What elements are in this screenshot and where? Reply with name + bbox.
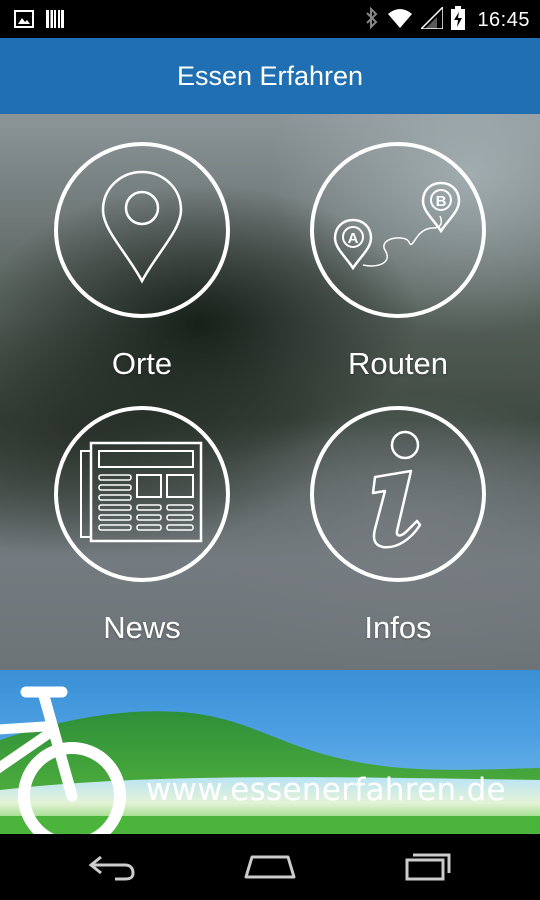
tile-ring xyxy=(54,406,230,582)
newspaper-icon xyxy=(77,437,207,552)
signal-icon xyxy=(419,5,445,34)
website-banner[interactable]: www.essenerfahren.de xyxy=(0,670,540,834)
svg-text:A: A xyxy=(348,230,359,247)
status-bar: 16:45 xyxy=(0,0,540,38)
home-icon xyxy=(242,851,298,886)
menu-tile-routen[interactable]: A B Routen xyxy=(278,142,518,382)
back-icon xyxy=(87,851,137,886)
app-bar: Essen Erfahren xyxy=(0,38,540,114)
battery-charging-icon xyxy=(451,6,466,35)
menu-tile-orte[interactable]: Orte xyxy=(22,142,262,382)
svg-text:B: B xyxy=(436,193,447,210)
tile-ring xyxy=(310,406,486,582)
tile-label-routen: Routen xyxy=(348,346,448,381)
wifi-icon xyxy=(387,7,413,34)
barcode-notification-icon xyxy=(46,9,64,34)
main-menu: Orte A B Routen News Infos xyxy=(0,114,540,670)
bicycle-icon xyxy=(0,670,140,834)
app-title: Essen Erfahren xyxy=(176,60,364,91)
recents-button[interactable] xyxy=(388,848,468,888)
tile-label-orte: Orte xyxy=(111,346,173,381)
bluetooth-icon xyxy=(365,6,379,35)
map-pin-icon xyxy=(97,168,187,293)
menu-tile-infos[interactable]: Infos xyxy=(278,406,518,646)
info-icon xyxy=(353,427,443,562)
tile-label-infos: Infos xyxy=(364,610,432,645)
recents-icon xyxy=(403,851,453,886)
back-button[interactable] xyxy=(72,848,152,888)
tile-label-news: News xyxy=(103,610,181,645)
status-time: 16:45 xyxy=(477,9,530,31)
route-icon: A B xyxy=(323,168,473,293)
tile-ring: A B xyxy=(310,142,486,318)
menu-tile-news[interactable]: News xyxy=(22,406,262,646)
tile-ring xyxy=(54,142,230,318)
system-nav-bar xyxy=(0,834,540,900)
website-url[interactable]: www.essenerfahren.de xyxy=(146,772,506,808)
home-button[interactable] xyxy=(230,848,310,888)
image-notification-icon xyxy=(14,9,34,34)
